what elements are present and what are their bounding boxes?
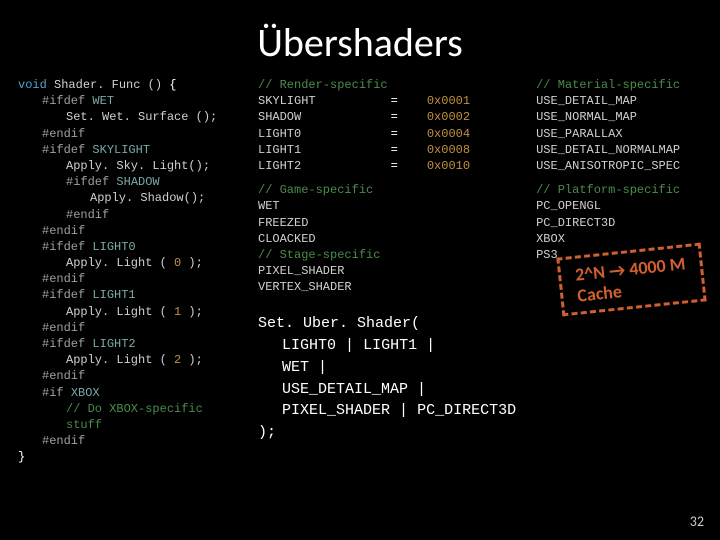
pp-ifdef: #ifdef xyxy=(42,143,85,157)
pp-endif: #endif xyxy=(18,271,238,287)
def-val: 0x0004 xyxy=(427,126,516,142)
call-arg: PIXEL_SHADER xyxy=(282,402,390,419)
def-val: 0x0002 xyxy=(427,109,516,125)
mac-skylight: SKYLIGHT xyxy=(92,143,150,157)
def-name: SHADOW xyxy=(258,109,362,125)
call-close: ); xyxy=(258,422,516,444)
cmt-material: // Material-specific xyxy=(536,77,702,93)
sep-pipe: | xyxy=(399,402,408,419)
pp-endif: #endif xyxy=(18,320,238,336)
cmt-render: // Render-specific xyxy=(258,77,516,93)
def-val: 0x0001 xyxy=(427,93,516,109)
def-name: WET xyxy=(258,198,516,214)
call-arg: USE_DETAIL_MAP xyxy=(282,381,408,398)
mac-wet: WET xyxy=(92,94,114,108)
eq: = xyxy=(368,142,421,158)
call-arg: LIGHT1 xyxy=(363,337,417,354)
call-applysky: Apply. Sky. Light(); xyxy=(18,158,238,174)
pp-endif: #endif xyxy=(18,433,238,449)
def-name: VERTEX_SHADER xyxy=(258,279,516,295)
pp-if: #if xyxy=(42,386,64,400)
def-name: USE_ANISOTROPIC_SPEC xyxy=(536,158,702,174)
pp-ifdef: #ifdef xyxy=(42,337,85,351)
call-fn: Set. Uber. Shader( xyxy=(258,313,516,335)
def-val: 0x0010 xyxy=(427,158,516,174)
sep-pipe: | xyxy=(318,359,327,376)
def-name: USE_NORMAL_MAP xyxy=(536,109,702,125)
close-paren: ); xyxy=(181,353,203,367)
def-name: LIGHT0 xyxy=(258,126,362,142)
pp-ifdef: #ifdef xyxy=(66,175,109,189)
mac-shadow: SHADOW xyxy=(116,175,159,189)
mac-xbox: XBOX xyxy=(71,386,100,400)
cmt-xbox: // Do XBOX-specific stuff xyxy=(18,401,238,433)
sep-pipe: | xyxy=(426,337,435,354)
pp-ifdef: #ifdef xyxy=(42,288,85,302)
page-number: 32 xyxy=(690,513,704,530)
def-name: FREEZED xyxy=(258,215,516,231)
fn-name: Shader. Func () xyxy=(54,78,162,92)
mac-light0: LIGHT0 xyxy=(92,240,135,254)
def-name: USE_DETAIL_MAP xyxy=(536,93,702,109)
pp-ifdef: #ifdef xyxy=(42,94,85,108)
call-applyshadow: Apply. Shadow(); xyxy=(18,190,238,206)
def-name: PIXEL_SHADER xyxy=(258,263,516,279)
def-name: USE_DETAIL_NORMALMAP xyxy=(536,142,702,158)
def-name: PC_DIRECT3D xyxy=(536,215,702,231)
kw-void: void xyxy=(18,78,47,92)
cmt-stage: // Stage-specific xyxy=(258,247,516,263)
sep-pipe: | xyxy=(417,381,426,398)
call-arg: LIGHT0 xyxy=(282,337,336,354)
def-name: SKYLIGHT xyxy=(258,93,362,109)
close-paren: ); xyxy=(181,305,203,319)
pp-endif: #endif xyxy=(18,126,238,142)
call-applylight: Apply. Light ( xyxy=(66,305,167,319)
eq: = xyxy=(368,109,421,125)
pp-ifdef: #ifdef xyxy=(42,240,85,254)
def-name: USE_PARALLAX xyxy=(536,126,702,142)
call-applylight: Apply. Light ( xyxy=(66,256,167,270)
brace-open: { xyxy=(169,78,176,92)
slide-title: Übershaders xyxy=(0,0,720,77)
def-val: 0x0008 xyxy=(427,142,516,158)
close-paren: ); xyxy=(181,256,203,270)
cmt-platform: // Platform-specific xyxy=(536,182,702,198)
eq: = xyxy=(368,93,421,109)
call-arg: WET xyxy=(282,359,309,376)
mac-light1: LIGHT1 xyxy=(92,288,135,302)
pp-endif: #endif xyxy=(18,368,238,384)
mac-light2: LIGHT2 xyxy=(92,337,135,351)
code-column: void Shader. Func () { #ifdef WET Set. W… xyxy=(18,77,238,466)
def-name: CLOACKED xyxy=(258,231,516,247)
call-arg: PC_DIRECT3D xyxy=(417,402,516,419)
call-applylight: Apply. Light ( xyxy=(66,353,167,367)
pp-endif: #endif xyxy=(18,207,238,223)
call-setwet: Set. Wet. Surface (); xyxy=(18,109,238,125)
brace-close: } xyxy=(18,449,238,465)
def-name: LIGHT1 xyxy=(258,142,362,158)
sep-pipe: | xyxy=(345,337,354,354)
defines-column-1: // Render-specific SKYLIGHT = 0x0001 SHADO… xyxy=(258,77,516,466)
eq: = xyxy=(368,158,421,174)
def-name: LIGHT2 xyxy=(258,158,362,174)
eq: = xyxy=(368,126,421,142)
render-table: SKYLIGHT = 0x0001 SHADOW = 0x0002 LIGHT0 = 0x0… xyxy=(258,93,516,174)
call-block: Set. Uber. Shader( LIGHT0 | LIGHT1 | WET… xyxy=(258,313,516,444)
pp-endif: #endif xyxy=(18,223,238,239)
cmt-game: // Game-specific xyxy=(258,182,516,198)
def-name: PC_OPENGL xyxy=(536,198,702,214)
